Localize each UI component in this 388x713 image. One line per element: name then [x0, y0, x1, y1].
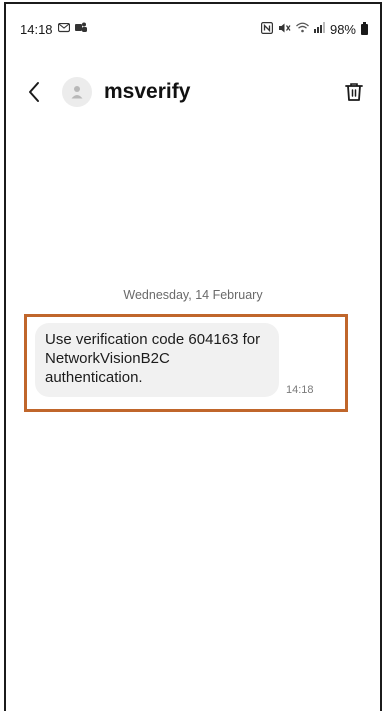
mute-icon [278, 22, 291, 37]
back-button[interactable] [20, 78, 48, 106]
contact-avatar[interactable] [62, 77, 92, 107]
message-bubble[interactable]: Use verification code 604163 for Network… [35, 323, 279, 397]
status-left: 14:18 [20, 22, 87, 37]
wifi-icon [296, 22, 309, 36]
delete-button[interactable] [340, 78, 368, 106]
trash-icon [345, 83, 363, 101]
contact-name[interactable]: msverify [104, 80, 340, 104]
battery-percent: 98% [329, 21, 356, 37]
signal-icon [313, 22, 325, 36]
conversation-header: msverify [6, 70, 380, 114]
status-bar: 14:18 98% [6, 4, 380, 54]
battery-icon [361, 21, 368, 35]
date-separator: Wednesday, 14 February [123, 288, 263, 302]
message-text: Use verification code 604163 for Network… [45, 331, 261, 386]
notification-icon [57, 22, 70, 36]
status-time: 14:18 [20, 21, 53, 37]
status-right: 98% [260, 21, 368, 37]
person-icon [71, 86, 83, 99]
chevron-left-icon [29, 82, 39, 102]
nfc-icon [260, 21, 273, 37]
teams-icon [74, 22, 87, 36]
message-time: 14:18 [286, 384, 314, 396]
